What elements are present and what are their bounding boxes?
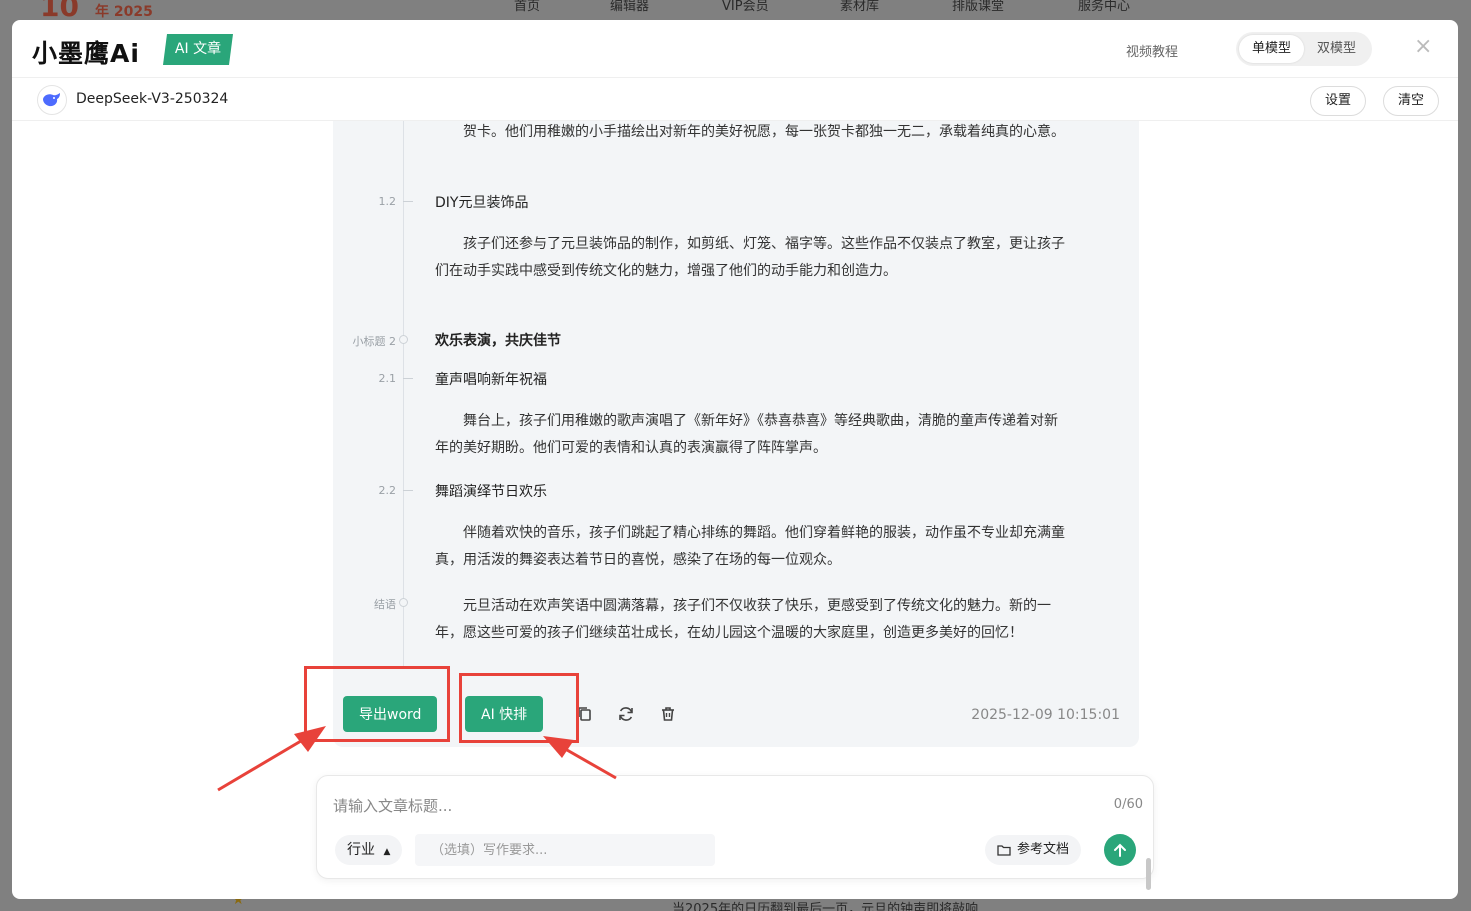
writing-requirement-input[interactable]: [415, 834, 715, 866]
model-mode-toggle: 单模型 双模型: [1236, 32, 1372, 66]
ai-article-modal: 小墨鹰Ai AI 文章 视频教程 单模型 双模型 × DeepSeek-V3-2…: [12, 20, 1458, 899]
scrollbar-thumb[interactable]: [1146, 858, 1151, 890]
background-nav-item: 编辑器: [610, 0, 650, 14]
outline-timeline: [403, 121, 404, 666]
article-paragraph: 伴随着欢快的音乐，孩子们跳起了精心排练的舞蹈。他们穿着鲜艳的服装，动作虽不专业却…: [435, 525, 1065, 568]
brand-logo: 小墨鹰Ai: [32, 39, 140, 68]
section-heading: DIY元旦装饰品: [435, 195, 529, 211]
background-nav-item: 素材库: [840, 0, 880, 14]
brand-tag: AI 文章: [163, 34, 233, 65]
article-composer: 0/60 行业 ▲ 参考文档: [316, 775, 1154, 879]
article-timestamp: 2025-12-09 10:15:01: [971, 707, 1120, 723]
background-nav-item: VIP会员: [722, 0, 769, 14]
trash-icon[interactable]: [658, 704, 678, 724]
industry-dropdown[interactable]: 行业 ▲: [335, 835, 403, 865]
settings-button[interactable]: 设置: [1310, 86, 1367, 116]
outline-dot: [399, 598, 408, 607]
article-paragraph: 孩子们还参与了元旦装饰品的制作，如剪纸、灯笼、福字等。这些作品不仅装点了教室，更…: [435, 236, 1065, 279]
modal-header: 小墨鹰Ai AI 文章 视频教程 单模型 双模型 ×: [12, 20, 1458, 78]
reference-doc-label: 参考文档: [1017, 842, 1070, 857]
deepseek-whale-icon[interactable]: [37, 85, 67, 115]
export-word-button[interactable]: 导出word: [343, 696, 438, 732]
outline-dot: [399, 335, 408, 344]
background-nav-item: 服务中心: [1078, 0, 1131, 14]
caret-up-icon: ▲: [383, 847, 391, 857]
outline-label: 2.2: [378, 484, 397, 497]
background-year: 年 2025: [95, 4, 153, 20]
section-heading: 舞蹈演绎节日欢乐: [435, 484, 547, 500]
section-heading: 童声唱响新年祝福: [435, 372, 547, 388]
outline-label: 1.2: [378, 195, 397, 208]
folder-icon: [997, 845, 1011, 856]
background-bottom-text: 当2025年的日历翻到最后一页，元旦的钟声即将敲响: [672, 902, 979, 911]
article-actions: 导出word AI 快排 2025-12-09 10:15:01: [333, 696, 1139, 736]
outline-label: 小标题 2: [352, 335, 397, 348]
outline-tick: [403, 490, 413, 491]
industry-label: 行业: [347, 842, 375, 858]
model-name[interactable]: DeepSeek-V3-250324: [76, 91, 228, 107]
article-paragraph: 舞台上，孩子们用稚嫩的歌声演唱了《新年好》《恭喜恭喜》等经典歌曲，清脆的童声传递…: [435, 413, 1058, 456]
close-icon[interactable]: ×: [1414, 36, 1432, 58]
article-paragraph: 元旦活动在欢声笑语中圆满落幕，孩子们不仅收获了快乐，更感受到了传统文化的魅力。新…: [435, 598, 1051, 641]
article-card: 贺卡。他们用稚嫩的小手描绘出对新年的美好祝愿，每一张贺卡都独一无二，承载着纯真的…: [333, 121, 1139, 747]
copy-icon[interactable]: [575, 704, 595, 724]
outline-label: 结语: [374, 598, 396, 611]
arrow-up-icon: [1114, 843, 1126, 857]
ai-layout-button[interactable]: AI 快排: [465, 696, 544, 732]
video-tutorial-link[interactable]: 视频教程: [1126, 41, 1178, 60]
article-paragraph: 贺卡。他们用稚嫩的小手描绘出对新年的美好祝愿，每一张贺卡都独一无二，承载着纯真的…: [463, 124, 1065, 140]
outline-tick: [403, 201, 413, 202]
mode-single-button[interactable]: 单模型: [1239, 35, 1304, 63]
title-char-counter: 0/60: [1113, 797, 1143, 812]
subtitle-heading: 欢乐表演，共庆佳节: [435, 333, 561, 349]
background-nav-item: 排版课堂: [952, 0, 1005, 14]
mode-dual-button[interactable]: 双模型: [1304, 35, 1369, 63]
reference-doc-button[interactable]: 参考文档: [985, 835, 1082, 865]
send-button[interactable]: [1104, 834, 1136, 866]
model-bar: DeepSeek-V3-250324 设置 清空: [12, 79, 1458, 121]
refresh-icon[interactable]: [616, 704, 636, 724]
background-nav: 10 年 2025 首页 编辑器 VIP会员 素材库 排版课堂 服务中心: [0, 0, 1471, 23]
clear-button[interactable]: 清空: [1383, 86, 1440, 116]
background-nav-item: 首页: [514, 0, 541, 14]
outline-tick: [403, 378, 413, 379]
article-title-input[interactable]: [333, 794, 1033, 818]
outline-label: 2.1: [378, 372, 397, 385]
